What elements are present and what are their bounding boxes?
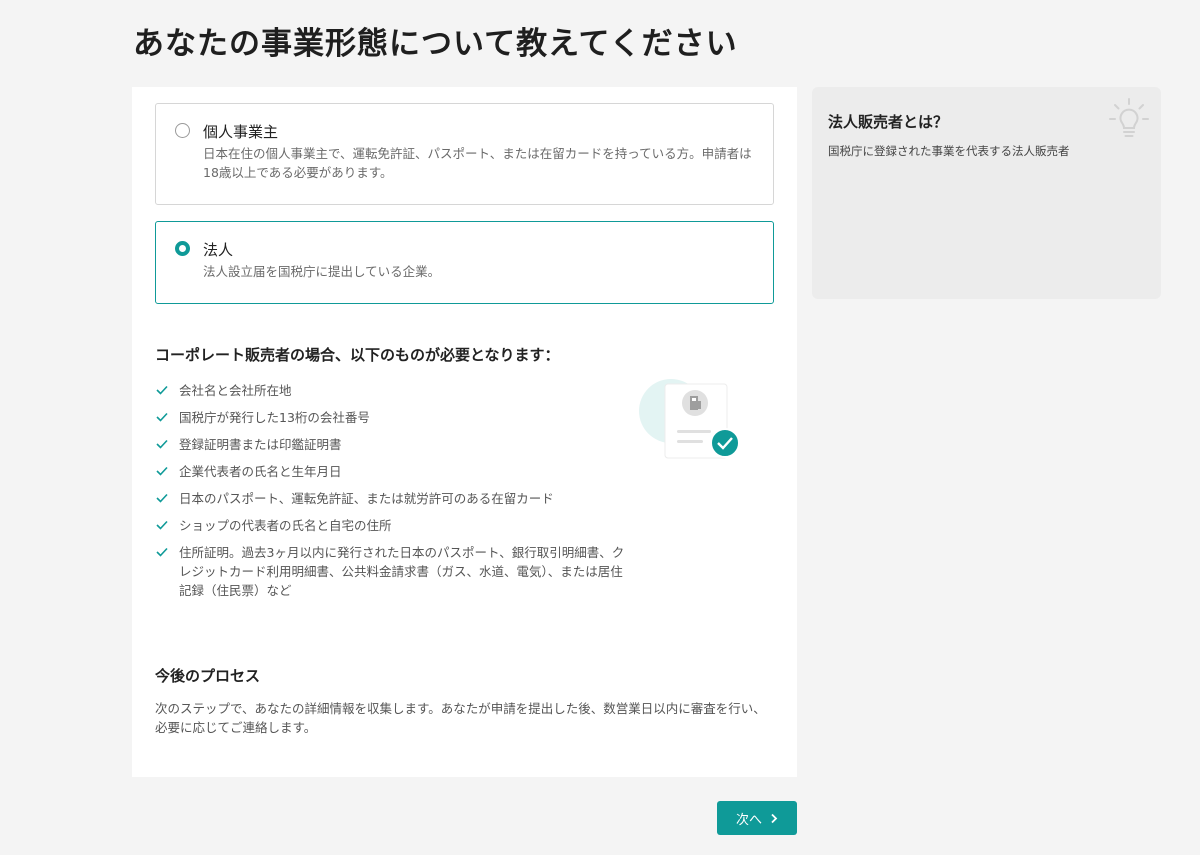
option-sole-proprietor[interactable]: 個人事業主 日本在住の個人事業主で、運転免許証、パスポート、または在留カードを持… [155, 103, 774, 205]
sidebar-description: 国税庁に登録された事業を代表する法人販売者 [828, 144, 1070, 158]
info-sidebar: 法人販売者とは？ 国税庁に登録された事業を代表する法人販売者 [812, 87, 1161, 299]
option-title: 個人事業主 [203, 123, 279, 141]
check-icon [156, 547, 168, 557]
next-button-label: 次へ [735, 812, 762, 828]
chevron-right-icon [771, 813, 778, 823]
page-title: あなたの事業形態について教えてください [133, 26, 738, 62]
document-check-illustration [639, 379, 740, 459]
check-icon [156, 493, 168, 503]
check-icon [156, 412, 168, 422]
process-description: 次のステップで、あなたの詳細情報を収集します。あなたが申請を提出した後、数営業日… [155, 701, 766, 735]
check-icon [156, 520, 168, 530]
option-description: 日本在住の個人事業主で、運転免許証、パスポート、または在留カードを持っている方。… [203, 146, 752, 180]
check-icon [156, 439, 168, 449]
option-description: 法人設立届を国税庁に提出している企業。 [203, 264, 441, 279]
requirement-text: 住所証明。過去3ヶ月以内に発行された日本のパスポート、銀行取引明細書、クレジット… [179, 545, 625, 598]
requirement-text: ショップの代表者の氏名と自宅の住所 [179, 518, 392, 533]
requirement-item: 登録証明書または印鑑証明書 [155, 435, 625, 454]
requirement-item: 日本のパスポート、運転免許証、または就労許可のある在留カード [155, 489, 625, 508]
radio-sole-proprietor[interactable] [175, 123, 190, 138]
requirement-text: 会社名と会社所在地 [179, 383, 292, 398]
requirement-text: 企業代表者の氏名と生年月日 [179, 464, 342, 479]
check-icon [156, 466, 168, 476]
requirement-text: 登録証明書または印鑑証明書 [179, 437, 342, 452]
business-type-card: 個人事業主 日本在住の個人事業主で、運転免許証、パスポート、または在留カードを持… [132, 87, 797, 777]
requirement-item: 住所証明。過去3ヶ月以内に発行された日本のパスポート、銀行取引明細書、クレジット… [155, 543, 625, 600]
option-title: 法人 [203, 241, 234, 259]
check-icon [156, 385, 168, 395]
requirement-text: 国税庁が発行した13桁の会社番号 [179, 410, 370, 425]
requirements-heading: コーポレート販売者の場合、以下のものが必要となります： [155, 346, 560, 364]
requirement-text: 日本のパスポート、運転免許証、または就労許可のある在留カード [179, 491, 554, 506]
option-corporation[interactable]: 法人 法人設立届を国税庁に提出している企業。 [155, 221, 774, 304]
requirements-list: 会社名と会社所在地 国税庁が発行した13桁の会社番号 登録証明書または印鑑証明書… [155, 381, 625, 608]
requirement-item: ショップの代表者の氏名と自宅の住所 [155, 516, 625, 535]
next-button[interactable]: 次へ [717, 801, 797, 835]
radio-corporation[interactable] [175, 241, 190, 256]
sidebar-title: 法人販売者とは？ [828, 113, 949, 131]
requirement-item: 企業代表者の氏名と生年月日 [155, 462, 625, 481]
requirement-item: 会社名と会社所在地 [155, 381, 625, 400]
page: あなたの事業形態について教えてください 個人事業主 日本在住の個人事業主で、運転… [0, 0, 1200, 855]
lightbulb-icon [1109, 98, 1149, 137]
process-heading: 今後のプロセス [155, 667, 261, 685]
requirement-item: 国税庁が発行した13桁の会社番号 [155, 408, 625, 427]
